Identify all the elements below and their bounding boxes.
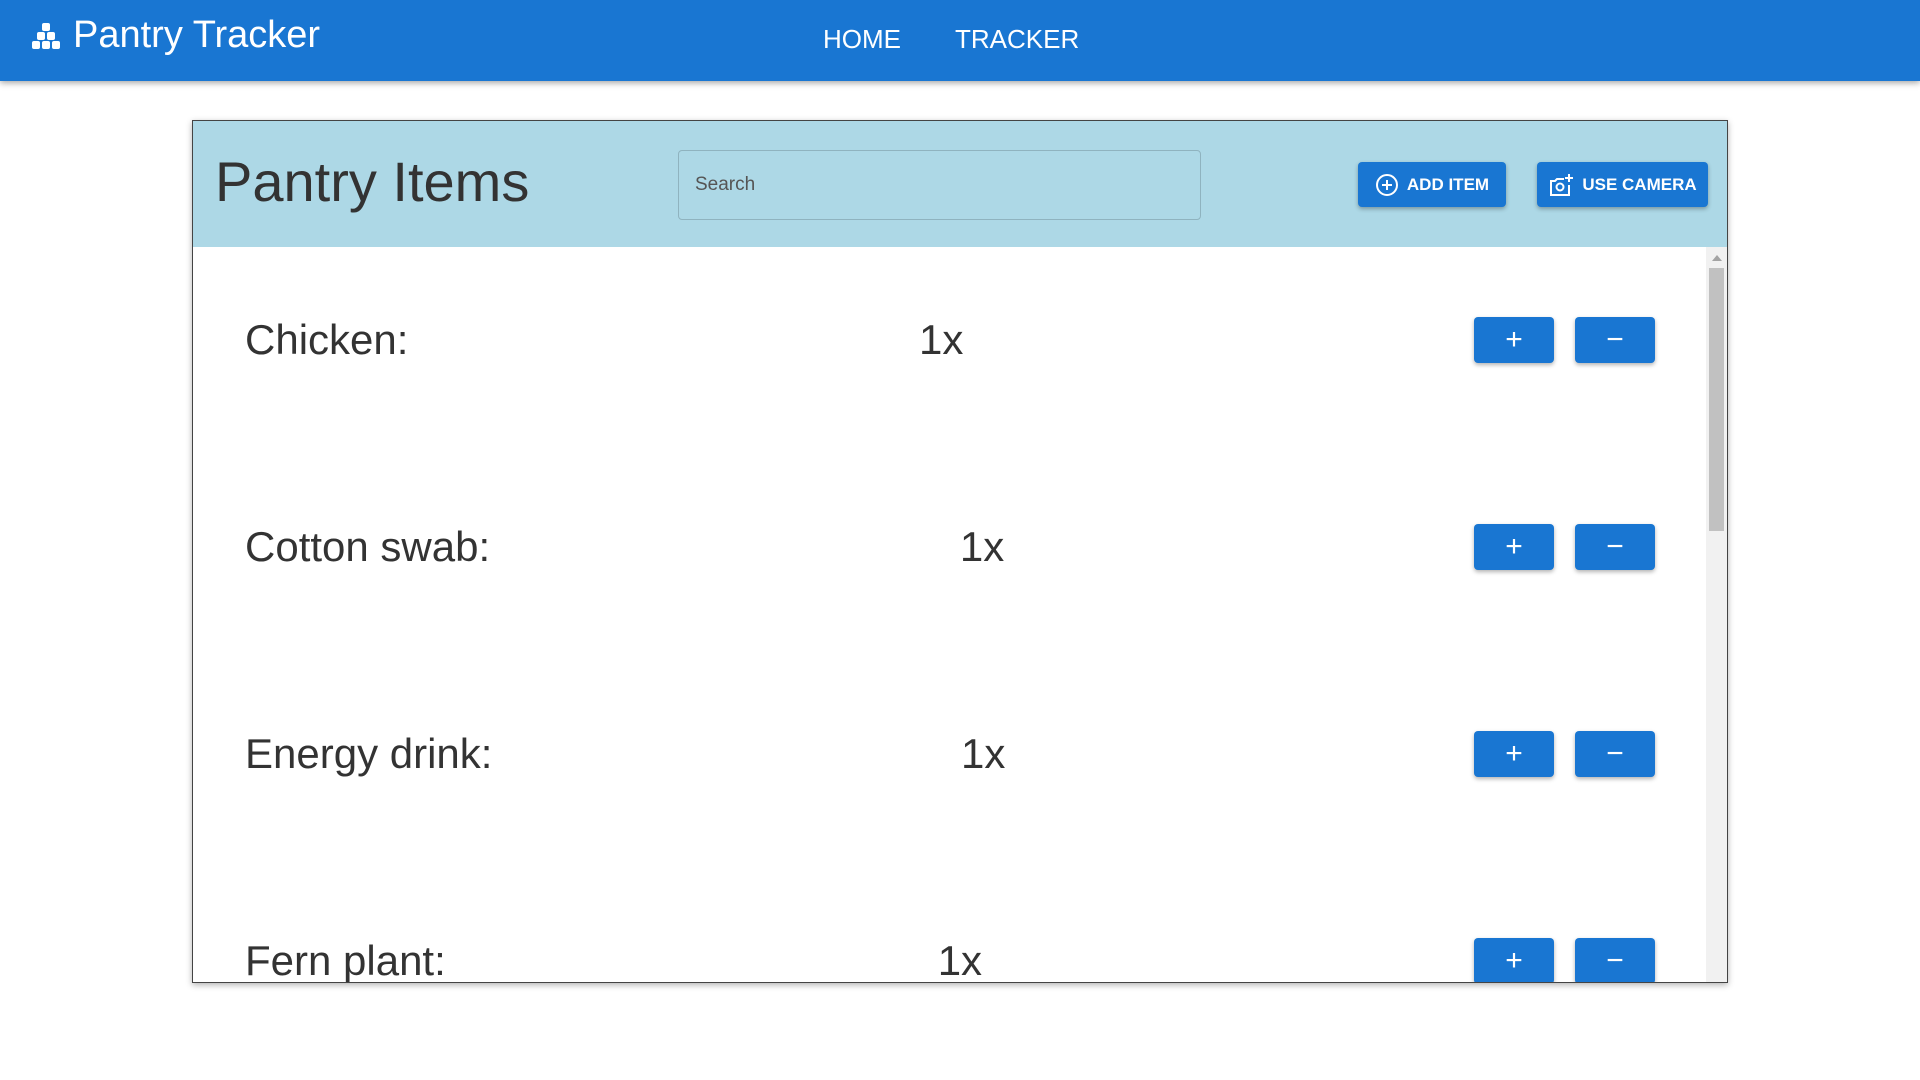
app-title: Pantry Tracker xyxy=(73,14,321,56)
increment-button[interactable]: + xyxy=(1474,730,1554,777)
item-name: Cotton swab: xyxy=(245,522,491,570)
add-camera-icon xyxy=(1550,173,1574,196)
brand[interactable]: Pantry Tracker xyxy=(31,14,320,57)
nav-tracker[interactable]: TRACKER xyxy=(955,24,1079,55)
scrollbar-thumb[interactable] xyxy=(1709,268,1724,531)
nav-home[interactable]: HOME xyxy=(823,24,901,55)
increment-button[interactable]: + xyxy=(1474,523,1554,570)
item-quantity: 1x xyxy=(961,729,1006,777)
scrollbar[interactable] xyxy=(1706,247,1727,982)
scroll-up-arrow-icon[interactable] xyxy=(1712,255,1722,261)
decrement-button[interactable]: − xyxy=(1574,316,1655,363)
use-camera-button[interactable]: USE CAMERA xyxy=(1537,162,1708,207)
page-title: Pantry Items xyxy=(215,150,530,213)
use-camera-label: USE CAMERA xyxy=(1582,174,1697,194)
item-quantity: 1x xyxy=(959,522,1005,570)
item-name: Chicken: xyxy=(245,315,409,363)
item-name: Fern plant: xyxy=(245,936,446,983)
pantry-list: Chicken: 1x + − Cotton swab: 1x + − Energy… xyxy=(193,247,1707,982)
item-quantity: 1x xyxy=(937,936,983,983)
search-input[interactable] xyxy=(678,150,1201,220)
top-navbar: Pantry Tracker HOME TRACKER xyxy=(0,0,1920,81)
item-name: Energy drink: xyxy=(245,729,493,777)
item-quantity: 1x xyxy=(919,315,964,363)
decrement-button[interactable]: − xyxy=(1575,730,1655,777)
add-circle-icon xyxy=(1375,173,1398,196)
pantry-card: Pantry Items ADD ITEM USE CAMERA Chicken… xyxy=(192,120,1728,983)
add-item-label: ADD ITEM xyxy=(1406,174,1490,194)
increment-button[interactable]: + xyxy=(1473,316,1554,363)
list-item: Fern plant: 1x + − xyxy=(245,857,1655,983)
list-item: Energy drink: 1x + − xyxy=(245,650,1655,857)
increment-button[interactable]: + xyxy=(1473,937,1554,982)
list-item: Chicken: 1x + − xyxy=(245,236,1655,443)
pantry-logo-icon xyxy=(32,22,60,49)
decrement-button[interactable]: − xyxy=(1574,937,1655,982)
add-item-button[interactable]: ADD ITEM xyxy=(1358,162,1506,207)
decrement-button[interactable]: − xyxy=(1575,523,1655,570)
card-header: Pantry Items ADD ITEM USE CAMERA xyxy=(193,121,1727,247)
list-item: Cotton swab: 1x + − xyxy=(245,443,1655,650)
